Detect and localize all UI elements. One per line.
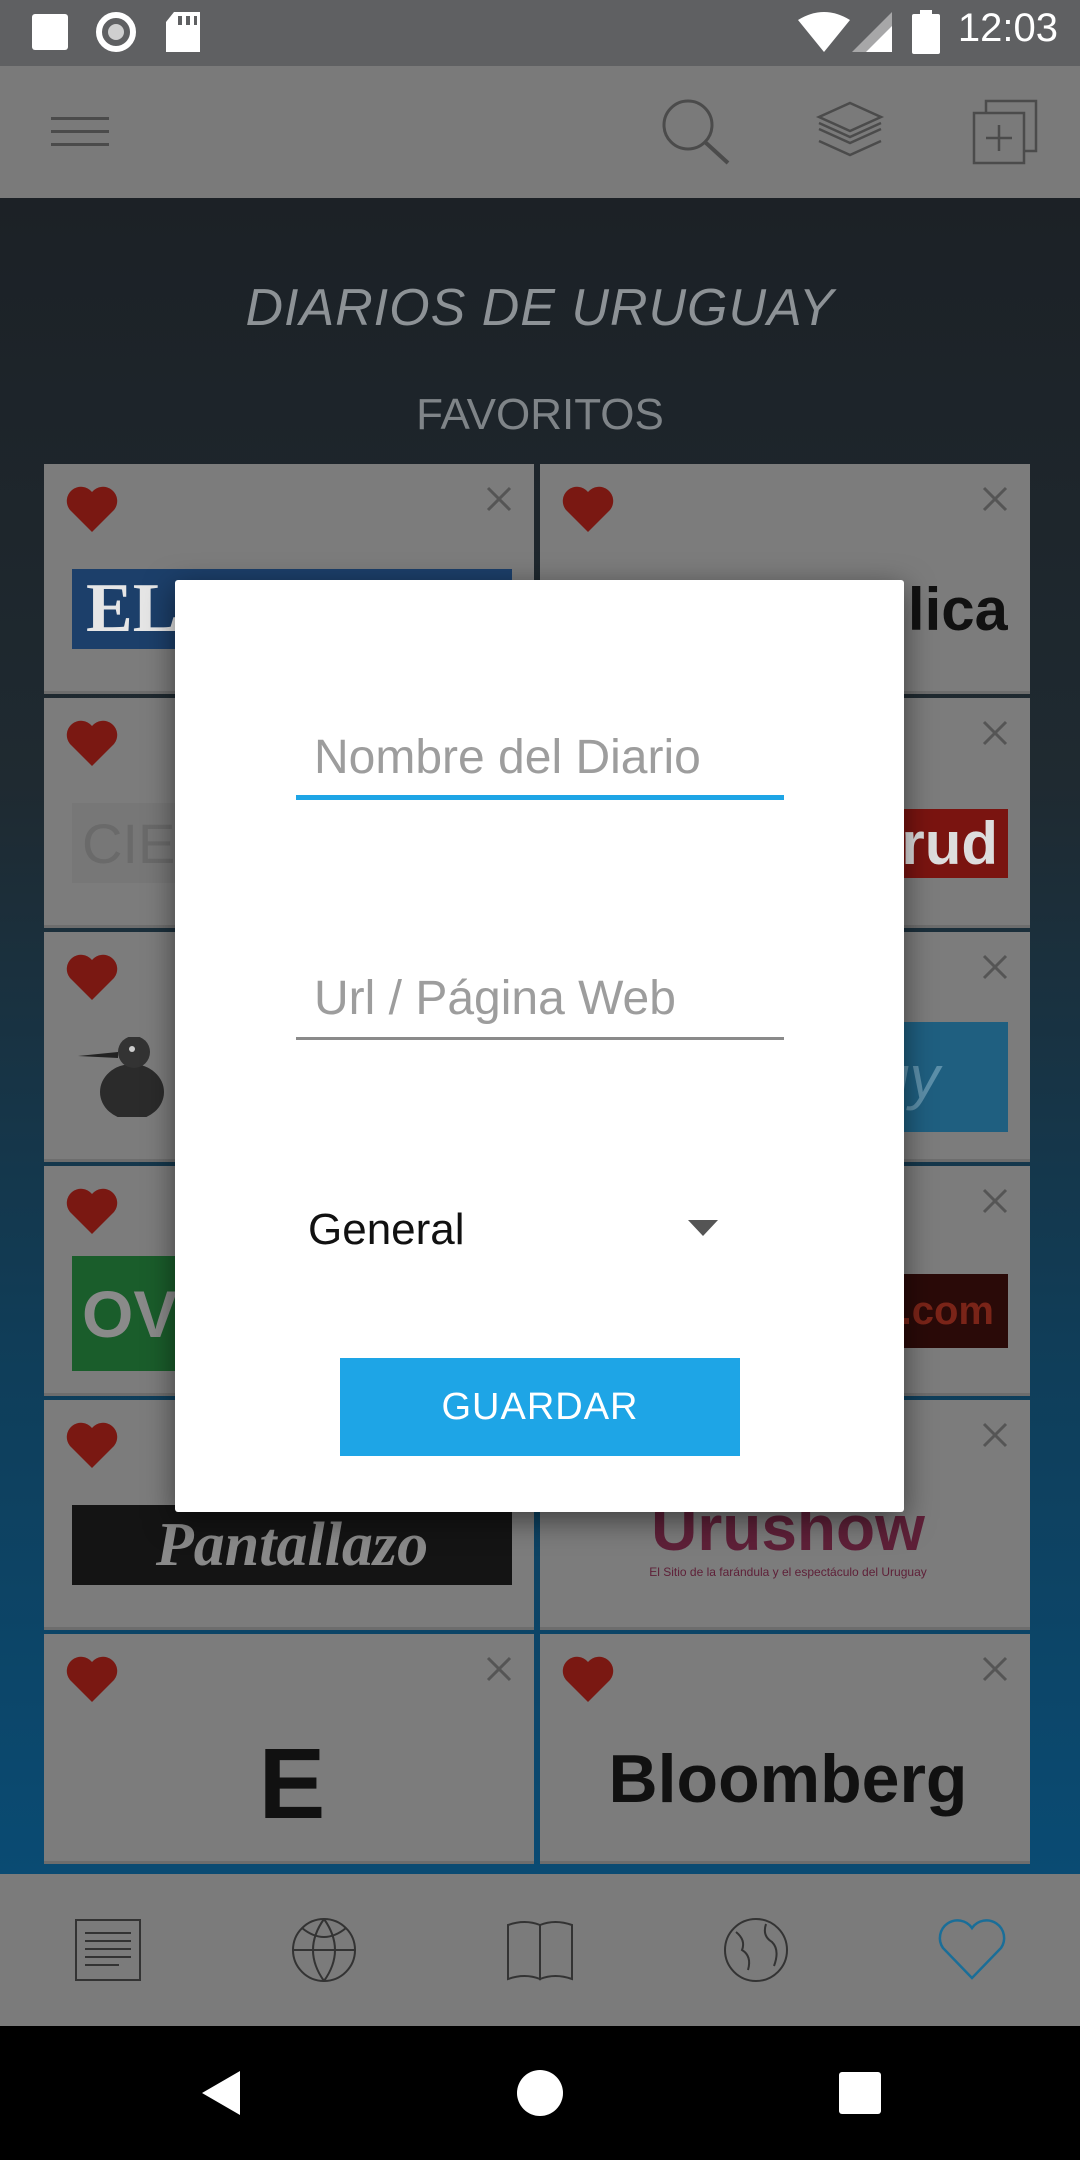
- basketball-icon[interactable]: [216, 1874, 432, 2026]
- recents-icon[interactable]: [800, 2026, 920, 2160]
- close-icon[interactable]: [982, 720, 1008, 750]
- back-icon[interactable]: [160, 2026, 280, 2160]
- newspaper-card[interactable]: E: [44, 1634, 534, 1864]
- battery-icon: [912, 10, 940, 58]
- dropdown-arrow-icon: [688, 1220, 718, 1240]
- wifi-icon: [798, 12, 850, 56]
- newspaper-card[interactable]: Bloomberg: [540, 1634, 1030, 1864]
- clock: 12:03: [957, 6, 1058, 50]
- search-icon[interactable]: [650, 66, 740, 198]
- newspaper-name-input[interactable]: [296, 720, 784, 800]
- close-icon[interactable]: [982, 1188, 1008, 1218]
- close-icon[interactable]: [982, 1422, 1008, 1452]
- sd-card-icon: [166, 12, 200, 56]
- news-icon[interactable]: [0, 1874, 216, 2026]
- home-icon[interactable]: [480, 2026, 600, 2160]
- add-box-icon[interactable]: [960, 66, 1050, 198]
- heart-outline-icon[interactable]: [864, 1874, 1080, 2026]
- newspaper-logo: E: [258, 1727, 326, 1840]
- page-title: DIARIOS DE URUGUAY: [245, 279, 835, 337]
- category-value: General: [308, 1205, 465, 1254]
- globe-icon[interactable]: [648, 1874, 864, 2026]
- system-nav-bar: [0, 2026, 1080, 2160]
- heart-icon[interactable]: [66, 1422, 118, 1472]
- app-bar: [0, 66, 1080, 198]
- section-title: FAVORITOS: [416, 390, 664, 439]
- bottom-navigation: [0, 1874, 1080, 2026]
- notification-icon: [32, 14, 68, 50]
- heart-icon[interactable]: [66, 720, 118, 770]
- newspaper-url-input[interactable]: [296, 960, 784, 1040]
- heart-icon[interactable]: [562, 1656, 614, 1706]
- save-button[interactable]: GUARDAR: [340, 1358, 740, 1456]
- close-icon[interactable]: [982, 954, 1008, 984]
- layers-icon[interactable]: [805, 66, 895, 198]
- heart-icon[interactable]: [562, 486, 614, 536]
- add-newspaper-dialog: General GUARDAR: [175, 580, 904, 1512]
- close-icon[interactable]: [486, 486, 512, 516]
- newspaper-logo: Bloomberg: [608, 1741, 968, 1817]
- status-bar: 12:03: [0, 0, 1080, 66]
- book-icon[interactable]: [432, 1874, 648, 2026]
- heart-icon[interactable]: [66, 1656, 118, 1706]
- newspaper-logo: Pantallazo: [72, 1505, 512, 1585]
- heart-icon[interactable]: [66, 1188, 118, 1238]
- heart-icon[interactable]: [66, 486, 118, 536]
- close-icon[interactable]: [982, 1656, 1008, 1686]
- menu-icon[interactable]: [40, 66, 120, 198]
- bird-logo: [72, 1037, 192, 1117]
- close-icon[interactable]: [982, 486, 1008, 516]
- category-dropdown[interactable]: General: [296, 1190, 736, 1270]
- close-icon[interactable]: [486, 1656, 512, 1686]
- signal-icon: [852, 12, 892, 56]
- record-icon: [96, 12, 136, 52]
- heart-icon[interactable]: [66, 954, 118, 1004]
